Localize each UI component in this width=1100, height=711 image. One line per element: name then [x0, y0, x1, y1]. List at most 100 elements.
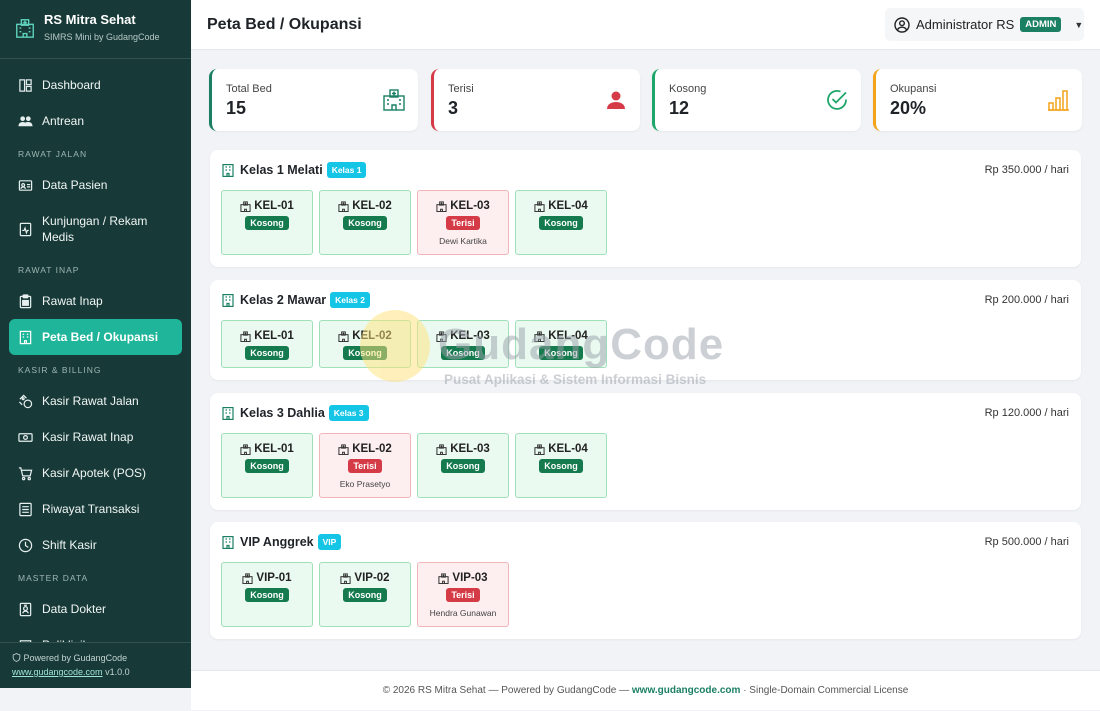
class-badge: Kelas 2 [330, 292, 370, 308]
cash-icon [18, 432, 33, 442]
bed-tile[interactable]: VIP-01 Kosong [221, 562, 313, 627]
status-badge: Terisi [446, 216, 480, 230]
status-badge: Kosong [539, 459, 583, 473]
room-name: Kelas 3 Dahlia [240, 406, 325, 420]
sidebar-item-kunjungan[interactable]: Kunjungan / Rekam Medis [9, 203, 182, 255]
stat-value: 12 [669, 98, 690, 118]
bed-code: KEL-02 [352, 330, 392, 342]
sidebar-item-rawat-inap[interactable]: Rawat Inap [9, 283, 182, 319]
room-header: VIP Anggrek VIP [222, 534, 342, 550]
sidebar-item-label: Kasir Rawat Jalan [42, 394, 139, 408]
bed-code: KEL-01 [254, 443, 294, 455]
status-badge: Kosong [343, 346, 387, 360]
footer-link[interactable]: www.gudangcode.com [632, 685, 741, 696]
list-icon [19, 502, 32, 516]
sidebar-item-data-dokter[interactable]: Data Dokter [9, 591, 182, 627]
bed-tile[interactable]: VIP-02 Kosong [319, 562, 411, 627]
class-badge: VIP [317, 534, 342, 550]
bed-tile[interactable]: KEL-02 Kosong [319, 190, 411, 255]
bed-code: VIP-02 [354, 572, 390, 584]
hospital-icon [383, 89, 405, 111]
bed-code: KEL-03 [450, 200, 490, 212]
bed-tile[interactable]: KEL-03 Kosong [417, 433, 509, 498]
sidebar-item-label: Kunjungan / Rekam Medis [42, 214, 148, 244]
hospital-icon [240, 443, 251, 455]
sidebar-item-kasir-rawat-inap[interactable]: Kasir Rawat Inap [9, 419, 182, 455]
check-circle-icon [827, 90, 847, 110]
bed-code: KEL-03 [450, 330, 490, 342]
bed-tile[interactable]: KEL-01 Kosong [221, 320, 313, 368]
sidebar-nav: Dashboard Antrean RAWAT JALAN Data Pasie… [0, 59, 191, 663]
topbar: Peta Bed / Okupansi Administrator RS ADM… [191, 0, 1100, 50]
bed-code: KEL-01 [254, 200, 294, 212]
sidebar-item-kasir-apotek[interactable]: Kasir Apotek (POS) [9, 455, 182, 491]
bed-tile[interactable]: KEL-01 Kosong [221, 190, 313, 255]
sidebar-item-kasir-rawat-jalan[interactable]: Kasir Rawat Jalan [9, 383, 182, 419]
hospital-icon [436, 330, 447, 342]
section-title: RAWAT INAP [18, 265, 80, 275]
hospital-icon [338, 200, 349, 212]
gudangcode-link[interactable]: www.gudangcode.com [12, 667, 103, 677]
hospital-icon [534, 330, 545, 342]
status-badge: Kosong [343, 216, 387, 230]
bed-code: KEL-02 [352, 443, 392, 455]
person-badge-icon [19, 602, 32, 616]
clipboard-icon [19, 293, 32, 308]
sidebar-item-shift-kasir[interactable]: Shift Kasir [9, 527, 182, 563]
hospital-icon [340, 572, 351, 584]
bed-list: VIP-01 Kosong VIP-02 Kosong VIP-03 Terisi He… [221, 562, 509, 627]
cart-icon [18, 466, 33, 480]
status-badge: Kosong [245, 588, 289, 602]
bed-tile[interactable]: KEL-03 Terisi Dewi Kartika [417, 190, 509, 255]
bed-code: KEL-04 [548, 200, 588, 212]
hospital-icon [242, 572, 253, 584]
stat-value: 3 [448, 98, 459, 118]
room-card-kelas-1: Kelas 1 Melati Kelas 1 Rp 350.000 / hari… [210, 150, 1081, 267]
sidebar-item-dashboard[interactable]: Dashboard [9, 67, 182, 103]
clock-icon [18, 538, 33, 552]
bed-tile[interactable]: KEL-01 Kosong [221, 433, 313, 498]
room-header: Kelas 1 Melati Kelas 1 [222, 162, 367, 178]
sidebar-item-label: Data Pasien [42, 178, 108, 192]
bed-code: VIP-03 [452, 572, 488, 584]
status-badge: Kosong [245, 346, 289, 360]
bed-code: KEL-01 [254, 330, 294, 342]
patient-name: Dewi Kartika [439, 236, 487, 246]
cash-coin-icon [18, 394, 33, 408]
sidebar-item-antrean[interactable]: Antrean [9, 103, 182, 139]
stat-value: 20% [890, 98, 927, 118]
id-card-icon [18, 179, 33, 191]
bed-tile[interactable]: KEL-04 Kosong [515, 320, 607, 368]
stat-card-okupansi: Okupansi 20% [873, 69, 1082, 131]
sidebar-item-label: Dashboard [42, 78, 101, 92]
status-badge: Kosong [343, 588, 387, 602]
medical-record-icon [19, 222, 32, 236]
user-name: Administrator RS [916, 17, 1015, 32]
sidebar-item-label: Rawat Inap [42, 294, 103, 308]
bed-tile[interactable]: KEL-02 Kosong [319, 320, 411, 368]
sidebar-item-riwayat-transaksi[interactable]: Riwayat Transaksi [9, 491, 182, 527]
room-name: VIP Anggrek [240, 535, 314, 549]
sidebar-footer: Powered by GudangCode www.gudangcode.com… [0, 642, 191, 688]
footer-suffix: · Single-Domain Commercial License [743, 685, 909, 696]
bar-chart-icon [1048, 90, 1069, 111]
bed-tile[interactable]: KEL-04 Kosong [515, 190, 607, 255]
hospital-icon [534, 443, 545, 455]
sidebar: RS Mitra Sehat SIMRS Mini by GudangCode … [0, 0, 191, 688]
caret-down-icon: ▼ [1074, 19, 1084, 30]
sidebar-item-peta-bed[interactable]: Peta Bed / Okupansi [9, 319, 182, 355]
bed-list: KEL-01 Kosong KEL-02 Kosong KEL-03 Terisi De… [221, 190, 607, 255]
bed-tile[interactable]: VIP-03 Terisi Hendra Gunawan [417, 562, 509, 627]
stat-label: Terisi [448, 83, 474, 95]
user-menu[interactable]: Administrator RS ADMIN ▼ [885, 8, 1084, 41]
bed-tile[interactable]: KEL-02 Terisi Eko Prasetyo [319, 433, 411, 498]
bed-tile[interactable]: KEL-03 Kosong [417, 320, 509, 368]
class-badge: Kelas 3 [328, 405, 369, 421]
sidebar-footer-link-row: www.gudangcode.com v1.0.0 [12, 667, 191, 677]
stat-label: Okupansi [890, 83, 937, 95]
bed-tile[interactable]: KEL-04 Kosong [515, 433, 607, 498]
section-title: MASTER DATA [18, 573, 89, 583]
people-icon [18, 115, 33, 126]
sidebar-item-data-pasien[interactable]: Data Pasien [9, 167, 182, 203]
role-badge: ADMIN [1020, 17, 1062, 32]
